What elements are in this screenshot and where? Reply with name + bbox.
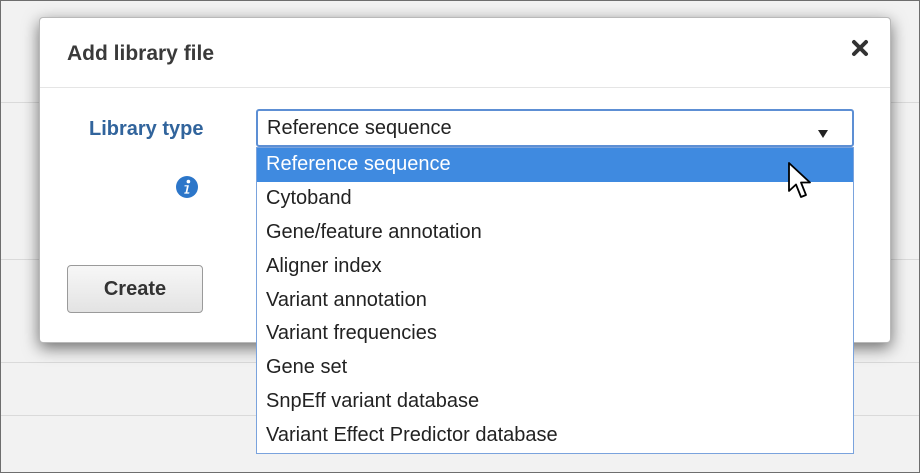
library-type-options-list: Reference sequence Cytoband Gene/feature a… [256,147,854,454]
close-icon[interactable] [850,38,870,58]
dropdown-option[interactable]: Gene set [257,351,853,385]
dropdown-option[interactable]: Aligner index [257,250,853,284]
dropdown-option[interactable]: Gene/feature annotation [257,216,853,250]
chevron-down-icon [818,125,828,138]
dropdown-option[interactable]: SnpEff variant database [257,385,853,419]
dropdown-option[interactable]: Variant frequencies [257,317,853,351]
library-type-select[interactable]: Reference sequence [256,109,854,147]
dialog-header: Add library file [40,18,890,88]
library-type-label: Library type [89,118,204,140]
library-type-selected-value: Reference sequence [267,117,452,139]
dialog-title: Add library file [67,42,215,65]
dropdown-option[interactable]: Cytoband [257,182,853,216]
dropdown-option[interactable]: Reference sequence [257,148,853,182]
dropdown-option[interactable]: Variant Effect Predictor database [257,419,853,453]
info-icon[interactable] [176,176,198,198]
dropdown-option[interactable]: Variant annotation [257,284,853,318]
create-button[interactable]: Create [67,265,203,313]
